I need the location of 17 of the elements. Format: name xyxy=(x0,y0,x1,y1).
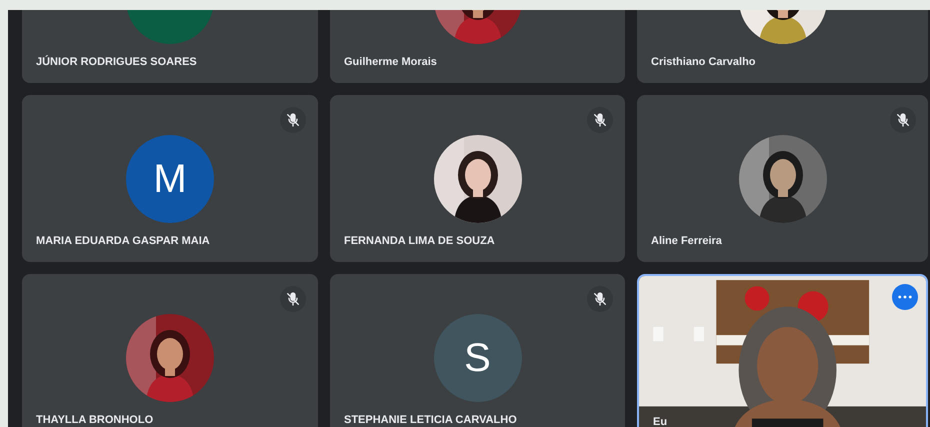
avatar-letter: M xyxy=(126,135,214,223)
mic-off-icon xyxy=(890,107,916,133)
mic-off-icon xyxy=(587,286,613,312)
participant-name: STEPHANIE LETICIA CARVALHO xyxy=(344,414,517,427)
participant-name: Aline Ferreira xyxy=(651,235,722,248)
participant-name: FERNANDA LIMA DE SOUZA xyxy=(344,235,495,248)
participant-name: Guilherme Morais xyxy=(344,56,437,69)
participant-name: JÚNIOR RODRIGUES SOARES xyxy=(36,56,197,69)
mic-off-icon xyxy=(280,286,306,312)
avatar-letter: S xyxy=(434,314,522,402)
participant-name: Cristhiano Carvalho xyxy=(651,56,756,69)
participant-name: THAYLLA BRONHOLO xyxy=(36,414,154,427)
mic-off-icon xyxy=(587,107,613,133)
participant-name: MARIA EDUARDA GASPAR MAIA xyxy=(36,235,210,248)
mic-off-icon xyxy=(280,107,306,133)
participant-name: Eu xyxy=(653,416,668,427)
more-icon xyxy=(898,295,912,299)
